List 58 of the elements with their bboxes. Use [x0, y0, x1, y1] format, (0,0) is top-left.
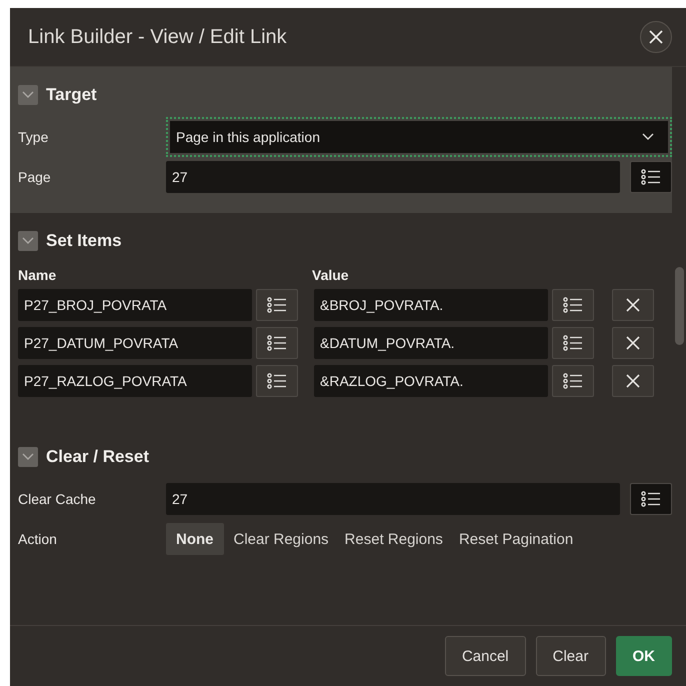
list-icon	[641, 169, 661, 185]
field-label: Page	[18, 169, 52, 185]
field-label: Clear Cache	[18, 491, 97, 507]
dialog-title: Link Builder - View / Edit Link	[28, 26, 287, 48]
close-icon	[626, 336, 640, 350]
chevron-down-icon	[22, 237, 34, 245]
list-icon	[267, 373, 287, 389]
clear-cache-field[interactable]: 27	[166, 483, 620, 515]
list-button[interactable]	[256, 289, 298, 321]
action-option[interactable]: None	[166, 523, 224, 555]
item-value-field[interactable]: &BROJ_POVRATA.	[314, 289, 548, 321]
action-option[interactable]: Reset Pagination	[452, 523, 580, 555]
field-label: Action	[18, 531, 58, 547]
type-select[interactable]: Page in this application	[170, 121, 668, 153]
item-name-field[interactable]: P27_BROJ_POVRATA	[18, 289, 252, 321]
chevron-down-icon	[642, 133, 654, 141]
remove-button[interactable]	[612, 327, 654, 359]
collapse-toggle[interactable]	[18, 85, 38, 105]
section-title: Set Items	[46, 231, 122, 251]
action-option[interactable]: Reset Regions	[338, 523, 449, 555]
scrollbar[interactable]	[675, 267, 684, 345]
remove-button[interactable]	[612, 365, 654, 397]
collapse-toggle[interactable]	[18, 231, 38, 251]
section-title: Target	[46, 85, 97, 105]
dialog-button[interactable]: OK	[616, 636, 672, 676]
list-icon	[563, 373, 583, 389]
dialog-button[interactable]: Clear	[536, 636, 606, 676]
list-icon	[267, 335, 287, 351]
list-icon	[641, 491, 661, 507]
list-button[interactable]	[552, 289, 594, 321]
item-value-field[interactable]: &DATUM_POVRATA.	[314, 327, 548, 359]
section-title: Clear / Reset	[46, 447, 149, 467]
close-icon	[626, 374, 640, 388]
chevron-down-icon	[22, 91, 34, 99]
list-button[interactable]	[552, 327, 594, 359]
column-header: Value	[312, 267, 349, 283]
item-name-field[interactable]: P27_DATUM_POVRATA	[18, 327, 252, 359]
dialog-button[interactable]: Cancel	[444, 636, 526, 676]
list-icon	[563, 297, 583, 313]
list-icon	[563, 335, 583, 351]
item-value-field[interactable]: &RAZLOG_POVRATA.	[314, 365, 548, 397]
collapse-toggle[interactable]	[18, 447, 38, 467]
list-button[interactable]	[630, 483, 672, 515]
close-icon	[649, 30, 663, 44]
page-field[interactable]: 27	[166, 161, 620, 193]
close-button[interactable]	[640, 21, 672, 53]
close-icon	[626, 298, 640, 312]
list-button[interactable]	[552, 365, 594, 397]
list-button[interactable]	[256, 365, 298, 397]
action-option[interactable]: Clear Regions	[228, 523, 335, 555]
list-button[interactable]	[630, 161, 672, 193]
column-header: Name	[18, 267, 58, 283]
field-label: Type	[18, 129, 50, 145]
chevron-down-icon	[22, 453, 34, 461]
list-button[interactable]	[256, 327, 298, 359]
item-name-field[interactable]: P27_RAZLOG_POVRATA	[18, 365, 252, 397]
list-icon	[267, 297, 287, 313]
remove-button[interactable]	[612, 289, 654, 321]
